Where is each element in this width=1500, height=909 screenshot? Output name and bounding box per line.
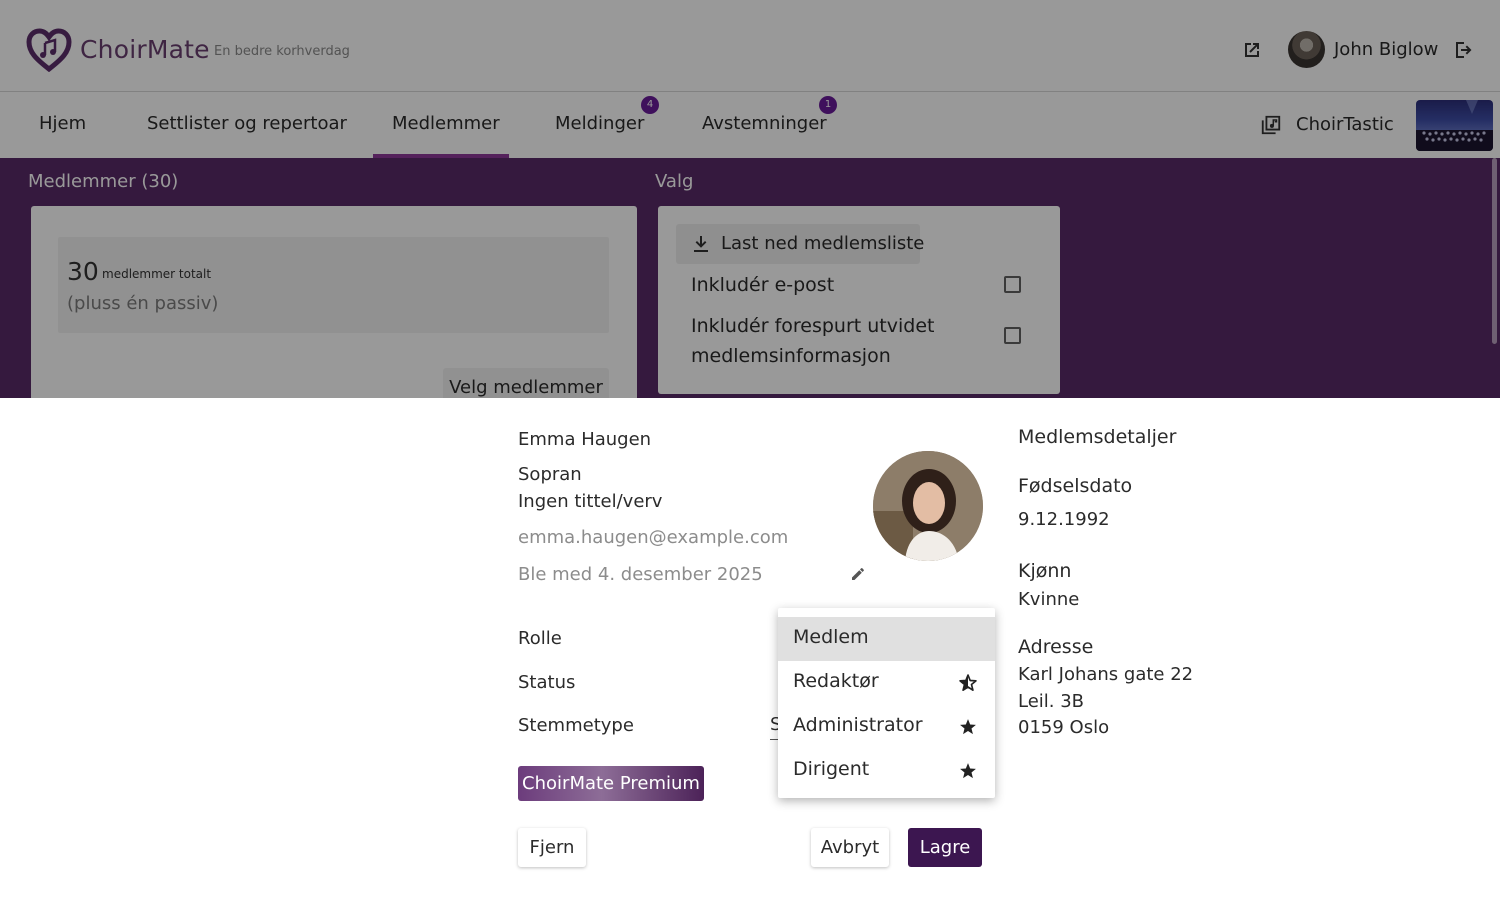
status-label: Status — [518, 672, 576, 693]
role-option-label: Medlem — [793, 626, 869, 648]
remove-button[interactable]: Fjern — [518, 828, 586, 867]
premium-badge[interactable]: ChoirMate Premium — [518, 766, 704, 801]
role-option-label: Dirigent — [793, 758, 870, 780]
role-option-administrator[interactable]: Administrator — [778, 705, 995, 749]
member-email: emma.haugen@example.com — [518, 527, 789, 548]
star-icon — [960, 719, 976, 735]
star-icon — [960, 763, 976, 779]
address-line3: 0159 Oslo — [1018, 717, 1110, 738]
half-star-icon — [959, 674, 977, 691]
gender-label: Kjønn — [1018, 560, 1072, 582]
role-option-label: Administrator — [793, 714, 923, 736]
address-line2: Leil. 3B — [1018, 691, 1085, 712]
modal-backdrop[interactable] — [0, 0, 1500, 398]
member-joined: Ble med 4. desember 2025 — [518, 564, 763, 585]
member-photo — [873, 451, 983, 561]
address-line1: Karl Johans gate 22 — [1018, 664, 1194, 685]
save-button[interactable]: Lagre — [908, 828, 982, 867]
role-dropdown-menu: Medlem Redaktør Administrator Dirigent — [778, 608, 995, 798]
role-option-label: Redaktør — [793, 670, 879, 692]
gender-value: Kvinne — [1018, 589, 1080, 610]
member-voice: Sopran — [518, 464, 582, 485]
details-heading: Medlemsdetaljer — [1018, 426, 1177, 448]
address-label: Adresse — [1018, 636, 1094, 658]
birthdate-label: Fødselsdato — [1018, 475, 1133, 497]
birthdate-value: 9.12.1992 — [1018, 509, 1110, 530]
edit-pencil-icon[interactable] — [850, 566, 866, 582]
role-option-redaktor[interactable]: Redaktør — [778, 661, 995, 705]
voice-type-label: Stemmetype — [518, 715, 634, 736]
role-option-medlem[interactable]: Medlem — [778, 617, 995, 661]
member-edit-dialog: Emma Haugen Sopran Ingen tittel/verv emm… — [0, 398, 1500, 909]
member-name: Emma Haugen — [518, 429, 652, 450]
role-option-dirigent[interactable]: Dirigent — [778, 749, 995, 793]
cancel-button[interactable]: Avbryt — [811, 828, 889, 867]
role-label: Rolle — [518, 628, 562, 649]
member-title: Ingen tittel/verv — [518, 491, 663, 512]
